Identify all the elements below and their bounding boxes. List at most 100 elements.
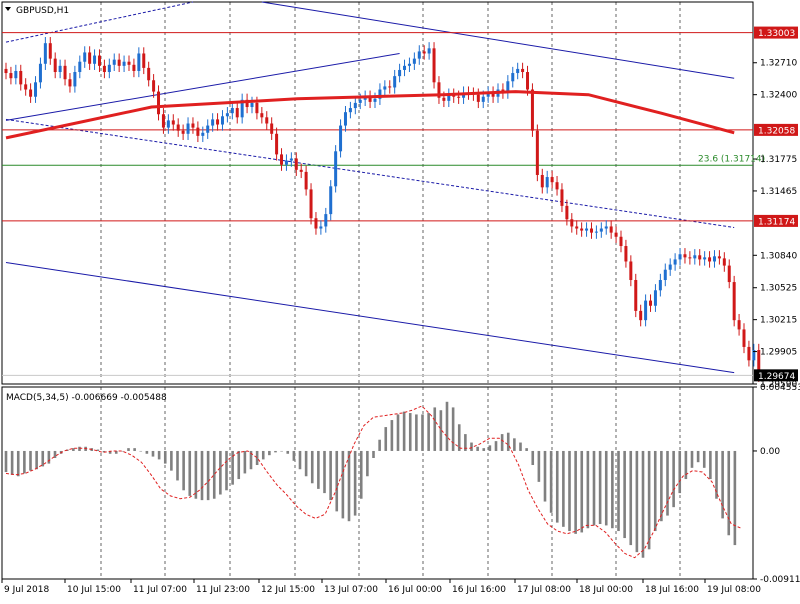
candle-body [127,61,131,65]
macd-bar [402,411,406,451]
candle-body [324,214,328,227]
candle-body [250,102,254,108]
macd-bar [635,450,639,553]
candle-body [422,51,426,54]
candle-body [398,69,402,77]
candle-body [481,96,485,102]
candle-body [432,48,436,83]
macd-bar [372,450,375,458]
macd-bar [341,450,345,519]
candle-body [604,226,608,229]
candle-body [644,300,648,321]
macd-bar [157,450,161,460]
macd-bar [647,450,651,550]
candle-body [575,226,579,229]
candle-body [38,63,42,83]
candle-body [122,61,126,66]
time-tick-label: 18 Jul 16:00 [645,585,699,595]
macd-bar [384,427,388,451]
candle-body [614,232,618,237]
candle-body [511,73,515,82]
level-price-tag-text: 1.31174 [758,217,795,227]
price-tick-label: 1.29905 [760,348,797,358]
candle-body [206,125,210,133]
price-tick-label: 1.31775 [760,155,797,165]
macd-bar [317,450,320,489]
macd-bar [476,446,479,451]
candle-body [68,79,72,87]
macd-bar [219,450,222,495]
candle-body [43,43,47,64]
macd-bar [127,448,130,451]
candle-body [373,98,377,102]
candle-body [230,108,234,114]
candle-body [142,53,146,68]
macd-bar [139,450,143,452]
time-tick-label: 9 Jul 2018 [4,585,49,595]
candle-body [24,84,28,90]
macd-bar [592,450,596,526]
chart-canvas[interactable]: 23.6 (1.31714) 1.330031.320581.311741.29… [0,0,800,600]
chart-window: 23.6 (1.31714) 1.33003 1.32058 1.31174 1.29… [0,0,800,600]
macd-bar [292,450,296,461]
macd-bar [555,450,559,523]
candle-body [708,257,712,262]
macd-bar [604,450,608,526]
candle-body [260,113,264,118]
candle-body [698,255,702,260]
candle-body [521,68,525,73]
candle-body [201,132,205,136]
macd-bar [733,450,737,546]
macd-bar [280,450,283,452]
candle-body [63,65,67,80]
macd-bar [133,448,136,451]
time-tick-label: 18 Jul 00:00 [579,585,633,595]
macd-bar [335,450,339,512]
candle-body [353,102,357,109]
macd-bar [182,450,185,491]
candle-body [29,89,33,97]
price-tick-label: 1.32710 [760,59,797,69]
time-tick-label: 11 Jul 23:00 [196,585,250,595]
macd-bar [286,450,290,454]
time-tick-label: 17 Jul 08:00 [517,585,571,595]
macd-bar [702,450,706,468]
candle-body [48,43,52,59]
macd-bar [568,450,571,532]
candle-body [220,116,224,125]
macd-bar [35,450,38,470]
candle-body [275,133,279,155]
candle-body [565,205,569,220]
macd-bar [421,414,424,451]
candle-body [555,182,559,190]
candle-body [383,86,387,90]
candle-body [570,219,574,227]
candle-body [152,80,156,92]
candle-body [255,102,259,114]
macd-bar [261,450,265,460]
macd-bar [549,450,553,513]
macd-bar [690,450,694,468]
candle-body [147,67,151,81]
macd-bar [506,432,510,451]
candle-body [403,65,407,70]
candle-body [235,108,239,118]
time-tick-label: 11 Jul 07:00 [133,585,187,595]
candle-body [196,127,200,136]
macd-bar [666,450,669,516]
price-tick-label: 1.32400 [760,91,797,101]
macd-bar [727,450,731,536]
candle-body [107,64,111,73]
macd-bar [617,450,620,532]
candle-body [339,125,343,152]
candle-body [216,119,220,125]
candle-body [102,65,106,73]
candle-body [358,99,362,103]
macd-bar [408,413,412,451]
candle-body [166,120,170,128]
candle-body [727,265,731,283]
macd-bar [629,450,633,546]
candle-body [683,254,687,258]
macd-bar [298,450,302,470]
macd-bar [170,450,173,471]
